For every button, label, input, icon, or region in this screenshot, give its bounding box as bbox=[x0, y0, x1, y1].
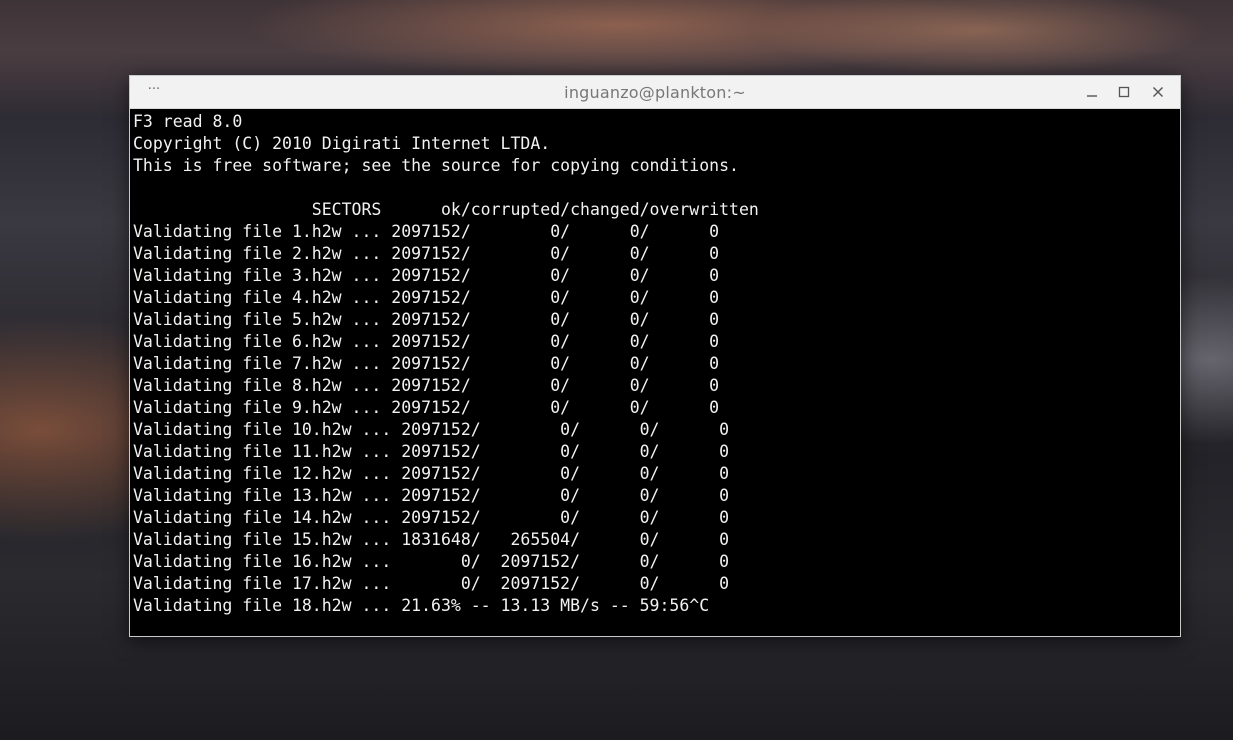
terminal-line: Validating file 1.h2w ... 2097152/ 0/ 0/… bbox=[133, 222, 720, 241]
terminal-line: F3 read 8.0 bbox=[133, 112, 243, 131]
terminal-line: Validating file 3.h2w ... 2097152/ 0/ 0/… bbox=[133, 266, 720, 285]
window-title: inguanzo@plankton:~ bbox=[564, 83, 746, 102]
terminal-line: Validating file 15.h2w ... 1831648/ 2655… bbox=[133, 530, 730, 549]
terminal-output[interactable]: F3 read 8.0 Copyright (C) 2010 Digirati … bbox=[133, 111, 1177, 633]
terminal-line: Validating file 10.h2w ... 2097152/ 0/ 0… bbox=[133, 420, 730, 439]
terminal-line: Validating file 2.h2w ... 2097152/ 0/ 0/… bbox=[133, 244, 720, 263]
terminal-line: Validating file 5.h2w ... 2097152/ 0/ 0/… bbox=[133, 310, 720, 329]
terminal-line: Validating file 14.h2w ... 2097152/ 0/ 0… bbox=[133, 508, 730, 527]
terminal-header-line: SECTORS ok/corrupted/changed/overwritten bbox=[133, 200, 759, 219]
maximize-icon[interactable] bbox=[1112, 81, 1136, 103]
terminal-line: Validating file 6.h2w ... 2097152/ 0/ 0/… bbox=[133, 332, 720, 351]
terminal-progress-line: Validating file 18.h2w ... 21.63% -- 13.… bbox=[133, 596, 710, 615]
close-icon[interactable] bbox=[1146, 81, 1170, 103]
terminal-line: Validating file 17.h2w ... 0/ 2097152/ 0… bbox=[133, 574, 730, 593]
terminal-line: Validating file 4.h2w ... 2097152/ 0/ 0/… bbox=[133, 288, 720, 307]
terminal-line: Validating file 8.h2w ... 2097152/ 0/ 0/… bbox=[133, 376, 720, 395]
terminal-line: Validating file 11.h2w ... 2097152/ 0/ 0… bbox=[133, 442, 730, 461]
terminal-window: ··· inguanzo@plankton:~ F3 read 8.0 Copy… bbox=[129, 75, 1181, 637]
terminal-line: Validating file 9.h2w ... 2097152/ 0/ 0/… bbox=[133, 398, 720, 417]
terminal-line: Validating file 12.h2w ... 2097152/ 0/ 0… bbox=[133, 464, 730, 483]
terminal-line: Copyright (C) 2010 Digirati Internet LTD… bbox=[133, 134, 551, 153]
minimize-icon[interactable] bbox=[1080, 81, 1104, 103]
terminal-line: This is free software; see the source fo… bbox=[133, 156, 739, 175]
terminal-line: Validating file 7.h2w ... 2097152/ 0/ 0/… bbox=[133, 354, 720, 373]
terminal-line: Validating file 16.h2w ... 0/ 2097152/ 0… bbox=[133, 552, 730, 571]
terminal-line: Validating file 13.h2w ... 2097152/ 0/ 0… bbox=[133, 486, 730, 505]
window-titlebar[interactable]: ··· inguanzo@plankton:~ bbox=[130, 76, 1180, 109]
